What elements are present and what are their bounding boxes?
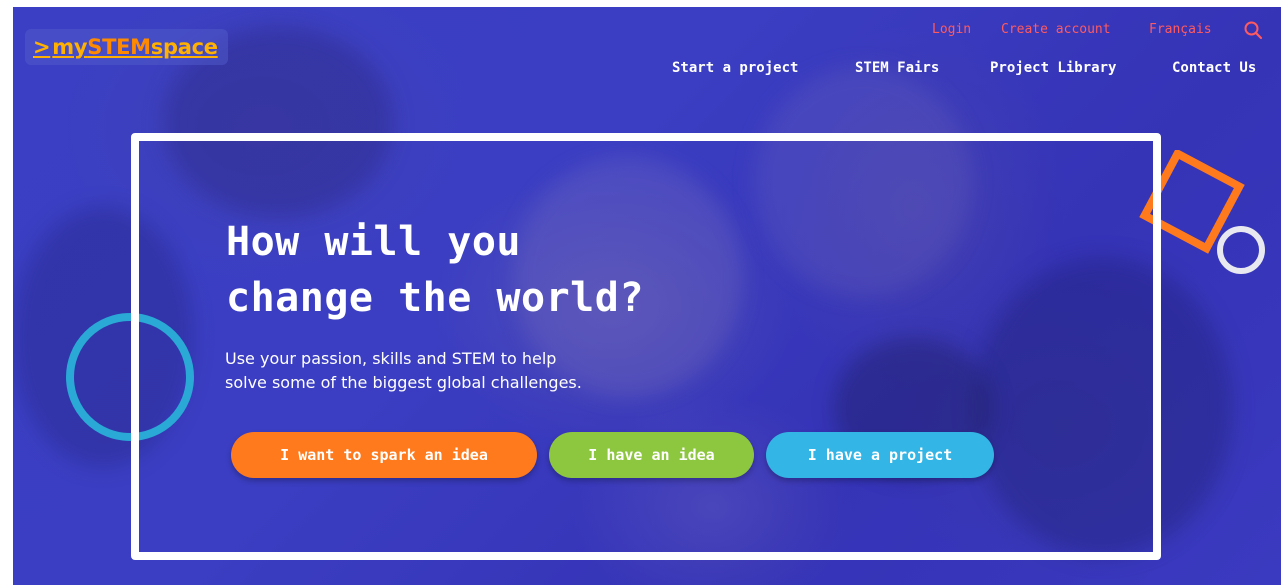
nav-contact-us[interactable]: Contact Us <box>1172 60 1256 76</box>
search-icon[interactable] <box>1243 20 1263 40</box>
subtext-line-1: Use your passion, skills and STEM to hel… <box>225 349 557 368</box>
subtext-line-2: solve some of the biggest global challen… <box>225 373 582 392</box>
hero-headline: How will you change the world? <box>226 214 786 326</box>
have-idea-button[interactable]: I have an idea <box>549 432 754 478</box>
create-account-link[interactable]: Create account <box>1001 22 1111 37</box>
spark-idea-button[interactable]: I want to spark an idea <box>231 432 537 478</box>
circle-decoration-right <box>1217 226 1265 274</box>
have-project-button[interactable]: I have a project <box>766 432 994 478</box>
nav-project-library[interactable]: Project Library <box>990 60 1116 76</box>
login-link[interactable]: Login <box>932 22 971 37</box>
hero-subtext: Use your passion, skills and STEM to hel… <box>225 347 645 395</box>
nav-start-project[interactable]: Start a project <box>672 60 798 76</box>
language-link[interactable]: Français <box>1149 22 1212 37</box>
nav-stem-fairs[interactable]: STEM Fairs <box>855 60 939 76</box>
headline-line-2: change the world? <box>226 275 644 321</box>
headline-line-1: How will you <box>226 219 521 265</box>
utility-nav: Login Create account Français <box>0 22 1281 40</box>
